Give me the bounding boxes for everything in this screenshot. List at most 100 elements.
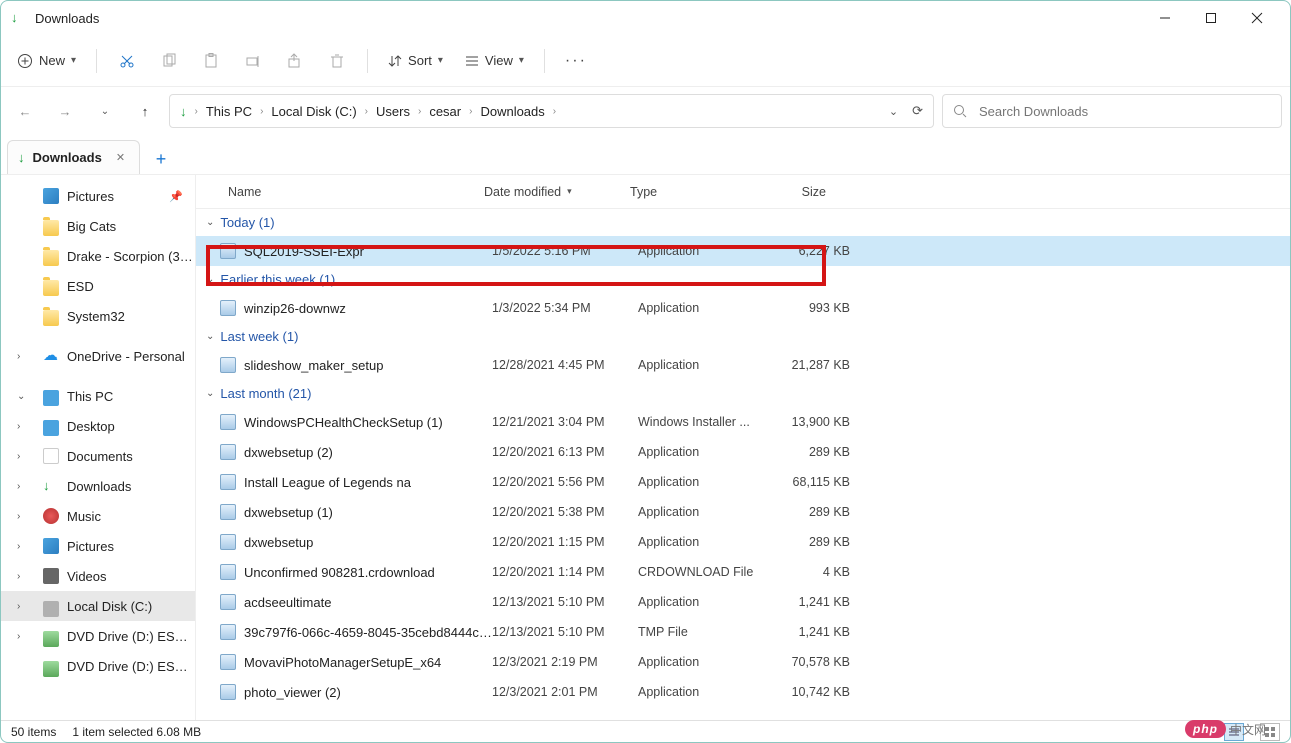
col-size[interactable]: Size xyxy=(742,185,834,199)
col-name[interactable]: Name xyxy=(220,185,476,199)
file-date: 12/20/2021 1:15 PM xyxy=(492,535,638,549)
titlebar: ↓ Downloads xyxy=(1,1,1290,35)
rename-button[interactable] xyxy=(235,43,271,79)
file-row[interactable]: dxwebsetup (2) 12/20/2021 6:13 PM Applic… xyxy=(196,437,1290,467)
new-label: New xyxy=(39,53,65,68)
file-type: Application xyxy=(638,685,758,699)
file-row[interactable]: Unconfirmed 908281.crdownload 12/20/2021… xyxy=(196,557,1290,587)
search-input[interactable] xyxy=(977,103,1271,120)
breadcrumb-item[interactable]: Users xyxy=(376,104,410,119)
tab-downloads[interactable]: ↓ Downloads ✕ xyxy=(7,140,140,174)
close-icon[interactable]: ✕ xyxy=(116,151,125,164)
forward-button[interactable]: → xyxy=(49,95,81,127)
sidebar-item-bigcats[interactable]: Big Cats xyxy=(1,211,195,241)
file-icon xyxy=(220,684,236,700)
status-items: 50 items xyxy=(11,725,56,739)
file-row[interactable]: 39c797f6-066c-4659-8045-35cebd8444c1....… xyxy=(196,617,1290,647)
file-icon xyxy=(220,300,236,316)
breadcrumb-item[interactable]: Local Disk (C:) xyxy=(271,104,356,119)
group-header[interactable]: ⌄Earlier this week (1) xyxy=(196,266,1290,293)
sidebar-item-drake[interactable]: Drake - Scorpion (320) xyxy=(1,241,195,271)
file-row[interactable]: dxwebsetup 12/20/2021 1:15 PM Applicatio… xyxy=(196,527,1290,557)
file-name: Unconfirmed 908281.crdownload xyxy=(244,565,492,580)
file-icon xyxy=(220,564,236,580)
sidebar-item-localdisk[interactable]: ›Local Disk (C:) xyxy=(1,591,195,621)
share-button[interactable] xyxy=(277,43,313,79)
file-date: 12/20/2021 1:14 PM xyxy=(492,565,638,579)
recent-button[interactable]: ⌄ xyxy=(89,95,121,127)
chevron-right-icon: › xyxy=(17,451,20,462)
col-date[interactable]: Date modified▾ xyxy=(476,185,622,199)
file-size: 4 KB xyxy=(758,565,850,579)
share-icon xyxy=(287,53,303,69)
sidebar-item-esd[interactable]: ESD xyxy=(1,271,195,301)
breadcrumb[interactable]: ↓ › This PC › Local Disk (C:) › Users › … xyxy=(169,94,934,128)
cut-button[interactable] xyxy=(109,43,145,79)
file-row[interactable]: SQL2019-SSEI-Expr 1/5/2022 5:16 PM Appli… xyxy=(196,236,1290,266)
search-box[interactable] xyxy=(942,94,1282,128)
sidebar-item-pictures2[interactable]: ›Pictures xyxy=(1,531,195,561)
col-type[interactable]: Type xyxy=(622,185,742,199)
add-tab-button[interactable]: + xyxy=(146,144,176,174)
sidebar-item-videos[interactable]: ›Videos xyxy=(1,561,195,591)
drive-icon xyxy=(43,601,59,617)
delete-button[interactable] xyxy=(319,43,355,79)
copy-button[interactable] xyxy=(151,43,187,79)
file-date: 12/21/2021 3:04 PM xyxy=(492,415,638,429)
history-chevron-icon[interactable]: ⌄ xyxy=(889,105,898,118)
group-header[interactable]: ⌄Last week (1) xyxy=(196,323,1290,350)
file-row[interactable]: WindowsPCHealthCheckSetup (1) 12/21/2021… xyxy=(196,407,1290,437)
breadcrumb-item[interactable]: This PC xyxy=(206,104,252,119)
file-row[interactable]: acdseeultimate 12/13/2021 5:10 PM Applic… xyxy=(196,587,1290,617)
window-icon: ↓ xyxy=(11,10,27,26)
sidebar-item-dvd1[interactable]: ›DVD Drive (D:) ESD-ISO xyxy=(1,621,195,651)
file-row[interactable]: Install League of Legends na 12/20/2021 … xyxy=(196,467,1290,497)
file-row[interactable]: MovaviPhotoManagerSetupE_x64 12/3/2021 2… xyxy=(196,647,1290,677)
chevron-right-icon: › xyxy=(553,106,556,117)
sidebar-item-pictures[interactable]: Pictures📌 xyxy=(1,181,195,211)
minimize-button[interactable] xyxy=(1142,2,1188,34)
file-row[interactable]: dxwebsetup (1) 12/20/2021 5:38 PM Applic… xyxy=(196,497,1290,527)
file-type: Application xyxy=(638,358,758,372)
chevron-right-icon: › xyxy=(195,106,198,117)
new-button[interactable]: New ▾ xyxy=(9,43,84,79)
file-row[interactable]: slideshow_maker_setup 12/28/2021 4:45 PM… xyxy=(196,350,1290,380)
paste-button[interactable] xyxy=(193,43,229,79)
file-type: Application xyxy=(638,244,758,258)
watermark: php 中文网 xyxy=(1185,720,1266,738)
sort-icon xyxy=(388,54,402,68)
sort-button[interactable]: Sort ▾ xyxy=(380,43,451,79)
plus-circle-icon xyxy=(17,53,33,69)
file-row[interactable]: winzip26-downwz 1/3/2022 5:34 PM Applica… xyxy=(196,293,1290,323)
sidebar-item-onedrive[interactable]: ›☁OneDrive - Personal xyxy=(1,341,195,371)
breadcrumb-item[interactable]: cesar xyxy=(429,104,461,119)
sidebar-item-music[interactable]: ›Music xyxy=(1,501,195,531)
sidebar-item-dvd2[interactable]: DVD Drive (D:) ESD-ISO xyxy=(1,651,195,681)
file-list[interactable]: Name Date modified▾ Type Size ⌄Today (1)… xyxy=(196,175,1290,720)
close-button[interactable] xyxy=(1234,2,1280,34)
up-button[interactable]: ↑ xyxy=(129,95,161,127)
file-explorer-window: ↓ Downloads New ▾ Sort ▾ View ▾ xyxy=(0,0,1291,743)
view-button[interactable]: View ▾ xyxy=(457,43,532,79)
sidebar-item-thispc[interactable]: ⌄This PC xyxy=(1,381,195,411)
more-button[interactable]: ··· xyxy=(557,43,595,79)
folder-icon xyxy=(43,280,59,296)
file-row[interactable]: photo_viewer (2) 12/3/2021 2:01 PM Appli… xyxy=(196,677,1290,707)
divider xyxy=(544,49,545,73)
file-size: 289 KB xyxy=(758,505,850,519)
sidebar-item-downloads[interactable]: ›↓Downloads xyxy=(1,471,195,501)
file-date: 12/13/2021 5:10 PM xyxy=(492,595,638,609)
sidebar-item-system32[interactable]: System32 xyxy=(1,301,195,331)
group-header[interactable]: ⌄Last month (21) xyxy=(196,380,1290,407)
breadcrumb-item[interactable]: Downloads xyxy=(480,104,544,119)
sidebar-item-desktop[interactable]: ›Desktop xyxy=(1,411,195,441)
refresh-button[interactable]: ⟳ xyxy=(912,103,923,119)
sidebar-item-documents[interactable]: ›Documents xyxy=(1,441,195,471)
chevron-right-icon: › xyxy=(17,351,20,362)
file-icon xyxy=(220,534,236,550)
back-button[interactable]: ← xyxy=(9,95,41,127)
group-header-label: Earlier this week (1) xyxy=(220,272,335,287)
desktop-icon xyxy=(43,420,59,436)
group-header[interactable]: ⌄Today (1) xyxy=(196,209,1290,236)
maximize-button[interactable] xyxy=(1188,2,1234,34)
